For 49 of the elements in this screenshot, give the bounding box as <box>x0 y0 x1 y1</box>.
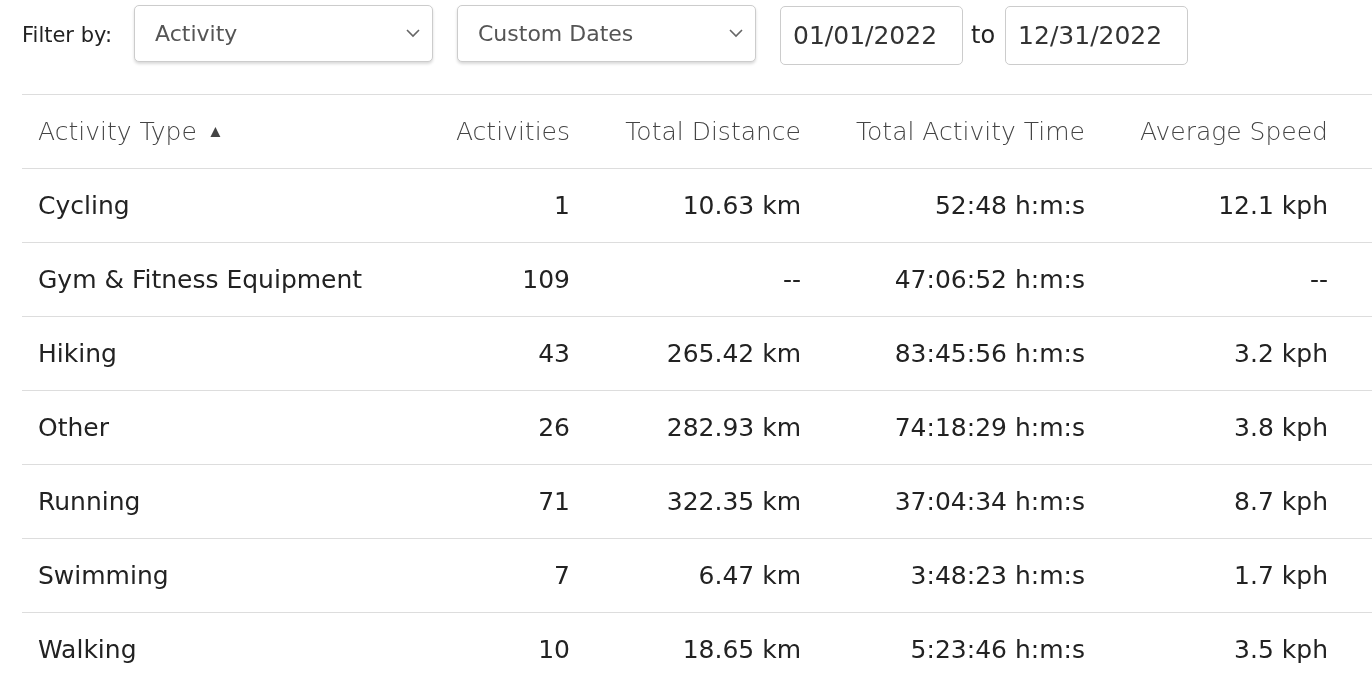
table-cell-text: Hiking <box>37 339 118 368</box>
table-cell-text: 282.93 km <box>665 413 801 442</box>
table-cell-text: 18.65 km <box>681 635 801 664</box>
table-cell-text: 1.7 kph <box>1233 561 1328 590</box>
table-cell-text: 322.35 km <box>665 487 801 516</box>
table-cell-text: 3:48:23 h:m:s <box>909 561 1085 590</box>
table-cell-text: 3.2 kph <box>1233 339 1328 368</box>
chevron-down-icon <box>406 28 420 38</box>
sort-indicator: ▲ <box>206 121 224 142</box>
table-cell-text: Gym & Fitness Equipment <box>37 265 364 294</box>
table-cell-text: 109 <box>521 265 570 294</box>
table-cell-text: 74:18:29 h:m:s <box>893 413 1085 442</box>
table-cell-text: 3.5 kph <box>1233 635 1328 664</box>
table-cell-text: Swimming <box>37 561 170 590</box>
chevron-down-icon <box>729 28 743 38</box>
table-cell-text: Other <box>37 413 110 442</box>
table-cell-text: 10.63 km <box>681 191 801 220</box>
table-cell-text: 265.42 km <box>665 339 801 368</box>
column-header[interactable]: Total Distance <box>570 117 801 146</box>
table-cell-text: -- <box>781 265 801 294</box>
table-cell-text: 8.7 kph <box>1233 487 1328 516</box>
table-cell-text: Cycling <box>37 191 131 220</box>
start-date-field[interactable]: 01/01/2022 <box>780 5 963 65</box>
table-cell-text: 71 <box>537 487 570 516</box>
table-cell-text: 26 <box>537 413 570 442</box>
table-cell-text: 83:45:56 h:m:s <box>893 339 1085 368</box>
table-cell-text: Walking <box>37 635 138 664</box>
table-cell-text: 10 <box>537 635 570 664</box>
table-cell-text: 37:04:34 h:m:s <box>893 487 1085 516</box>
column-header[interactable]: Activities <box>400 117 570 146</box>
table-cell-text: -- <box>1308 265 1328 294</box>
table-cell-text: 7 <box>553 561 570 590</box>
date-separator: to <box>971 21 996 49</box>
table-cell-text: Running <box>37 487 142 516</box>
table-cell-text: 3.8 kph <box>1233 413 1328 442</box>
end-date-field[interactable]: 12/31/2022 <box>1005 5 1189 65</box>
date-range-select[interactable]: Custom Dates <box>457 4 756 62</box>
column-header[interactable]: Activity Type <box>38 117 197 146</box>
table-cell-text: 12.1 kph <box>1217 191 1328 220</box>
table-cell-text: 52:48 h:m:s <box>933 191 1085 220</box>
activity-select[interactable]: Activity <box>134 4 433 62</box>
table-cell-text: 47:06:52 h:m:s <box>893 265 1085 294</box>
table-cell-text: 43 <box>537 339 570 368</box>
table-cell-text: 1 <box>553 191 570 220</box>
table-cell-text: 5:23:46 h:m:s <box>909 635 1085 664</box>
column-header[interactable]: Average Speed <box>1085 117 1328 146</box>
column-header[interactable]: Total Activity Time <box>801 117 1085 146</box>
filter-label: Filter by: <box>22 23 112 47</box>
table-cell-text: 6.47 km <box>697 561 801 590</box>
